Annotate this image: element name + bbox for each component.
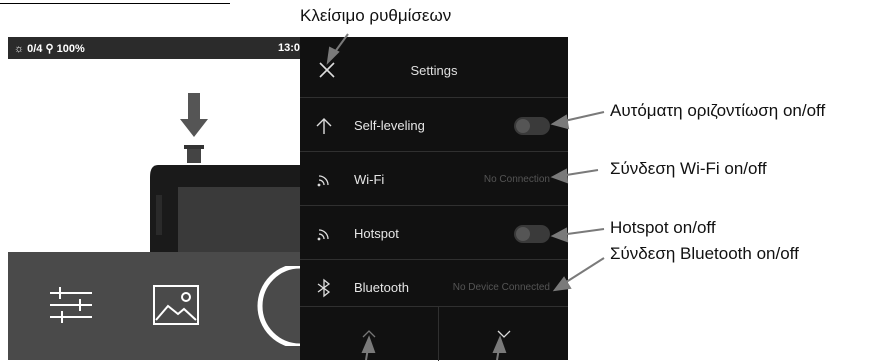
wifi-icon <box>317 175 329 187</box>
toggle-knob <box>516 227 530 241</box>
bluetooth-status: No Device Connected <box>452 282 550 293</box>
annotation-bluetooth: Σύνδεση Bluetooth on/off <box>610 244 799 263</box>
sliders-icon[interactable] <box>48 285 94 325</box>
chevron-down-icon[interactable] <box>439 307 568 361</box>
shutter-button[interactable] <box>244 266 300 346</box>
toggle-knob <box>516 119 530 133</box>
camera-bottom-toolbar <box>8 252 300 360</box>
bluetooth-icon <box>317 278 331 298</box>
hotspot-toggle[interactable] <box>514 225 550 243</box>
setting-label-bluetooth: Bluetooth <box>354 280 409 295</box>
setting-row-wifi[interactable]: Wi-Fi No Connection <box>300 151 568 205</box>
arrow-up-icon <box>316 118 332 134</box>
close-settings-caption: Κλείσιμο ρυθμίσεων <box>300 6 452 25</box>
chevron-up-icon[interactable] <box>300 307 438 361</box>
image-icon[interactable] <box>152 284 200 326</box>
page-top-rule <box>0 0 230 4</box>
hotspot-icon <box>317 229 329 241</box>
settings-header: Settings <box>300 37 568 97</box>
setting-label-self-leveling: Self-leveling <box>354 118 425 133</box>
device-screen: ☼ 0/4 ⚲ 100% 13:0 <box>8 37 300 360</box>
setting-row-hotspot[interactable]: Hotspot <box>300 205 568 259</box>
annotation-self-leveling: Αυτόματη οριζοντίωση on/off <box>610 101 826 120</box>
setting-row-bluetooth[interactable]: Bluetooth No Device Connected <box>300 259 568 313</box>
wifi-status: No Connection <box>483 174 550 185</box>
settings-title: Settings <box>410 63 458 78</box>
setting-row-self-leveling[interactable]: Self-leveling <box>300 97 568 151</box>
self-leveling-toggle[interactable] <box>514 117 550 135</box>
settings-panel: Settings Self-leveling Wi-Fi No Connecti… <box>300 37 568 361</box>
annotation-hotspot: Hotspot on/off <box>610 218 716 237</box>
settings-pagination <box>300 306 568 361</box>
annotation-wifi: Σύνδεση Wi-Fi on/off <box>610 159 767 178</box>
setting-label-wifi: Wi-Fi <box>354 172 385 187</box>
setting-label-hotspot: Hotspot <box>354 226 399 241</box>
